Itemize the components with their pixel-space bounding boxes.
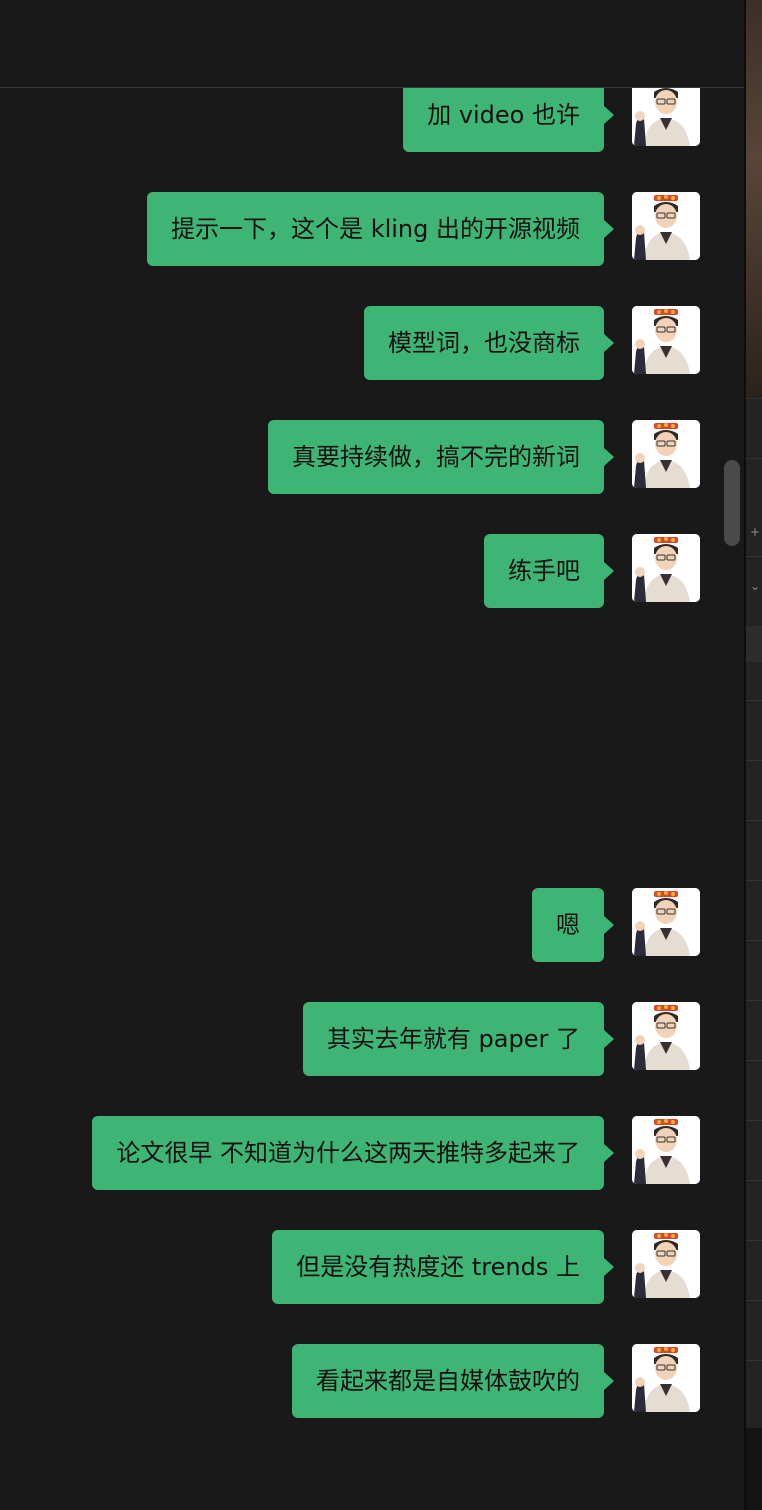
avatar[interactable] [632, 78, 700, 146]
message-list[interactable]: 加 video 也许 提示一下，这个是 kling 出的开源视频 模型词，也没商… [0, 0, 744, 1510]
avatar[interactable] [632, 306, 700, 374]
divider [746, 940, 762, 941]
avatar-cartoon-person-icon [632, 888, 700, 956]
message-row: 提示一下，这个是 kling 出的开源视频 [147, 192, 700, 266]
message-bubble[interactable]: 嗯 [532, 888, 614, 962]
background-photo [746, 0, 762, 398]
divider [746, 1360, 762, 1361]
message-row: 但是没有热度还 trends 上 [272, 1230, 700, 1304]
avatar-cartoon-person-icon [632, 1230, 700, 1298]
message-row: 嗯 [532, 888, 700, 962]
avatar[interactable] [632, 534, 700, 602]
message-bubble[interactable]: 提示一下，这个是 kling 出的开源视频 [147, 192, 614, 266]
divider [746, 458, 762, 459]
avatar[interactable] [632, 1344, 700, 1412]
scrollbar-thumb[interactable] [724, 460, 740, 546]
avatar-cartoon-person-icon [632, 534, 700, 602]
message-bubble[interactable]: 论文很早 不知道为什么这两天推特多起来了 [92, 1116, 614, 1190]
panel-block[interactable] [746, 626, 762, 662]
message-bubble[interactable]: 真要持续做，搞不完的新词 [268, 420, 614, 494]
message-bubble[interactable]: 练手吧 [484, 534, 614, 608]
avatar-cartoon-person-icon [632, 78, 700, 146]
avatar-cartoon-person-icon [632, 420, 700, 488]
avatar-cartoon-person-icon [632, 1344, 700, 1412]
message-bubble[interactable]: 但是没有热度还 trends 上 [272, 1230, 614, 1304]
message-row: 论文很早 不知道为什么这两天推特多起来了 [92, 1116, 700, 1190]
message-row: 其实去年就有 paper 了 [302, 1002, 700, 1076]
avatar[interactable] [632, 1002, 700, 1070]
message-row: 练手吧 [484, 534, 700, 608]
avatar[interactable] [632, 420, 700, 488]
message-bubble[interactable]: 其实去年就有 paper 了 [302, 1002, 615, 1076]
divider [746, 1240, 762, 1241]
divider [746, 760, 762, 761]
avatar[interactable] [632, 1116, 700, 1184]
divider [746, 1000, 762, 1001]
divider [746, 1060, 762, 1061]
divider [746, 700, 762, 701]
divider [746, 1120, 762, 1121]
avatar-cartoon-person-icon [632, 1002, 700, 1070]
message-bubble[interactable]: 模型词，也没商标 [364, 306, 614, 380]
divider [746, 1180, 762, 1181]
message-row: 模型词，也没商标 [364, 306, 700, 380]
chevron-down-icon[interactable]: ⌄ [750, 580, 760, 592]
avatar[interactable] [632, 888, 700, 956]
divider [746, 556, 762, 557]
divider [746, 820, 762, 821]
avatar-cartoon-person-icon [632, 192, 700, 260]
divider [746, 880, 762, 881]
right-panel-edge: + ⌄ [744, 0, 762, 1510]
avatar[interactable] [632, 192, 700, 260]
avatar-cartoon-person-icon [632, 306, 700, 374]
message-bubble[interactable]: 看起来都是自媒体鼓吹的 [292, 1344, 614, 1418]
avatar-cartoon-person-icon [632, 1116, 700, 1184]
divider [746, 398, 762, 399]
chat-header [0, 0, 744, 88]
avatar[interactable] [632, 1230, 700, 1298]
panel-block [746, 1428, 762, 1510]
message-row: 真要持续做，搞不完的新词 [268, 420, 700, 494]
plus-icon[interactable]: + [750, 526, 760, 538]
message-bubble[interactable]: 加 video 也许 [403, 78, 614, 152]
message-row: 加 video 也许 [403, 78, 700, 152]
message-row: 看起来都是自媒体鼓吹的 [292, 1344, 700, 1418]
divider [746, 1300, 762, 1301]
